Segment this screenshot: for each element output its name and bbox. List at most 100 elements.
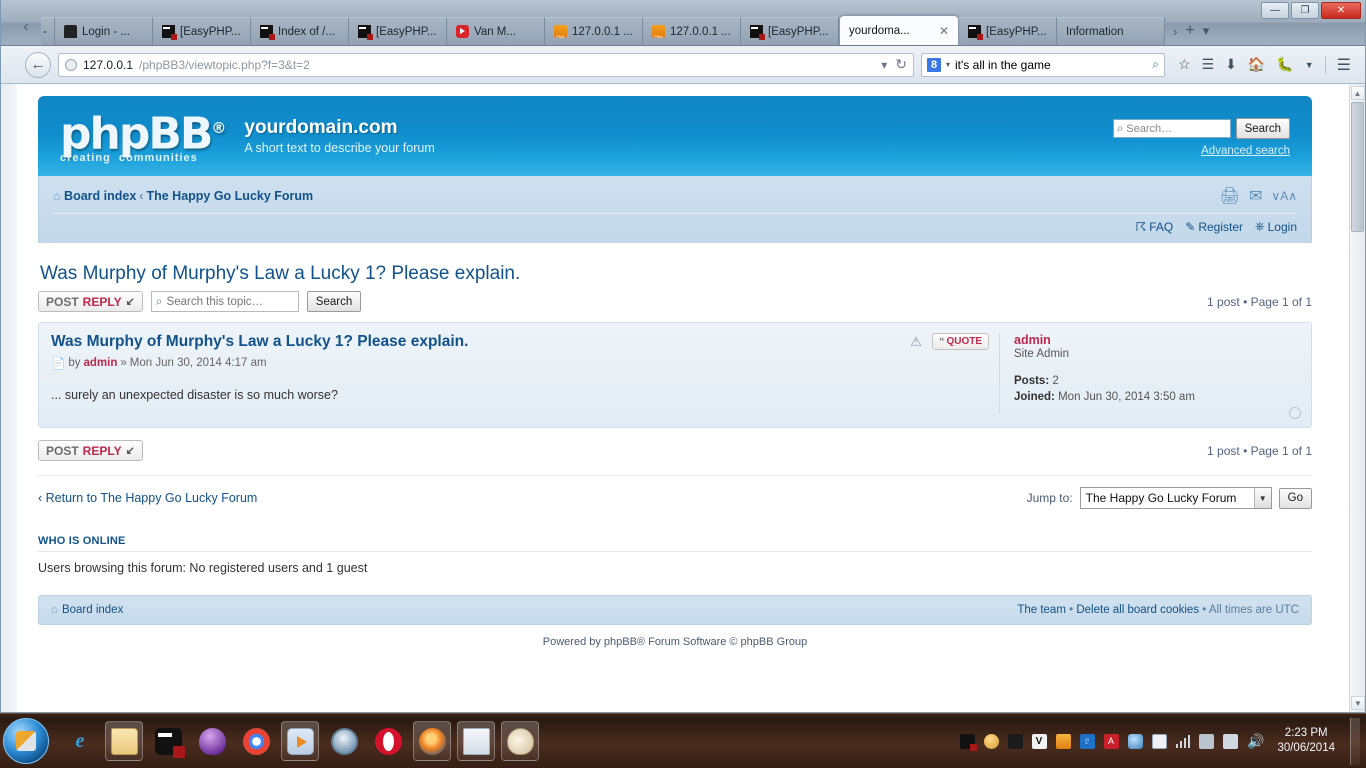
post-author[interactable]: admin [83,357,117,369]
browser-tab[interactable]: [EasyPHP... [153,17,251,45]
menu-icon[interactable]: ☰ [1337,55,1351,75]
easyphp-tray-icon[interactable] [960,734,975,749]
topic-search-button[interactable]: Search [307,291,361,312]
search-icon[interactable]: ⌕ [1152,57,1159,72]
back-button[interactable]: ← [25,52,51,78]
taskbar-item-easyphp[interactable] [149,721,187,761]
post-reply-button-top[interactable]: POSTREPLY ↙ [38,291,143,312]
bug-icon[interactable]: 🐛 [1276,56,1293,73]
maximize-button[interactable]: ❐ [1291,2,1319,19]
vlc-icon[interactable]: V [1032,734,1047,749]
browser-tab-active[interactable]: yourdoma... ✕ [839,15,959,45]
close-button[interactable]: ✕ [1321,2,1361,19]
phpbb-logo[interactable]: phpBB® creating communities [60,108,226,165]
advanced-search-link[interactable]: Advanced search [1113,145,1290,157]
address-bar[interactable]: 127.0.0.1 /phpBB3/viewtopic.php?f=3&t=2 … [58,53,914,77]
home-icon[interactable]: ⌂ [51,604,58,616]
post-reply-button-bottom[interactable]: POSTREPLY ↙ [38,440,143,461]
java-icon[interactable] [1056,734,1071,749]
search-engine-caret-icon[interactable]: ▾ [946,60,950,69]
post-subject[interactable]: Was Murphy of Murphy's Law a Lucky 1? Pl… [51,333,468,351]
volume-icon[interactable]: 🔊 [1247,733,1264,750]
chevron-down-icon[interactable]: ▾ [881,58,887,72]
minimize-button[interactable]: — [1261,2,1289,19]
browser-tab[interactable]: Information [1057,17,1165,45]
tab-label: Van M... [474,26,516,38]
safe-remove-icon[interactable] [1199,734,1214,749]
caret-down-icon[interactable]: ▼ [1305,60,1314,70]
adobe-reader-icon[interactable]: A [1104,734,1119,749]
tab-scroll-right-icon[interactable]: › [1173,24,1177,39]
chevron-down-icon[interactable]: ▼ [1254,488,1271,508]
star-icon[interactable]: ☆ [1178,56,1191,73]
browser-tab[interactable]: Login - ... [55,17,153,45]
browser-tab[interactable]: Van M... [447,17,545,45]
power-plug-icon[interactable] [1223,734,1238,749]
footer-board-index-link[interactable]: Board index [62,604,123,616]
browser-tab[interactable]: [EasyPHP... [959,17,1057,45]
browser-tab[interactable]: Index of /... [251,17,349,45]
footer-the-team-link[interactable]: The team [1017,604,1066,616]
browser-tab[interactable]: [EasyPHP... [741,17,839,45]
windows-tray-icon[interactable] [1128,734,1143,749]
register-link[interactable]: ✎Register [1185,219,1243,234]
warning-triangle-icon[interactable]: ⚠ [910,334,922,350]
taskbar-item-purple-app[interactable] [193,721,231,761]
home-icon[interactable]: ⌂ [53,189,61,203]
show-desktop-button[interactable] [1350,718,1360,765]
footer-delete-cookies-link[interactable]: Delete all board cookies [1076,604,1199,616]
taskbar-item-file-explorer[interactable] [105,721,143,761]
browser-tab[interactable]: 127.0.0.1 ... [545,17,643,45]
login-link[interactable]: ⎈Login [1255,219,1297,234]
taskbar-item-notepad[interactable] [457,721,495,761]
topic-search-input[interactable]: ⌕ Search this topic… [151,291,299,312]
jump-to-select[interactable]: The Happy Go Lucky Forum ▼ [1080,487,1272,509]
reload-icon[interactable]: ↻ [895,56,907,73]
bluetooth-icon[interactable]: ♇ [1080,734,1095,749]
tab-list-dropdown-icon[interactable]: ▾ [1203,23,1210,39]
wireless-icon[interactable] [1008,734,1023,749]
email-icon[interactable]: ✉ [1249,186,1262,206]
quote-button[interactable]: “ QUOTE [932,333,989,350]
scroll-up-icon[interactable]: ▲ [1351,86,1365,100]
tab-scroll-left-icon[interactable]: ‹ [19,16,33,38]
network-signal-icon[interactable] [1176,734,1191,748]
search-button[interactable]: Search [1236,118,1290,139]
scroll-down-icon[interactable]: ▼ [1351,696,1365,710]
browser-tab[interactable]: [EasyPHP... [349,17,447,45]
browser-tab[interactable]: 127.0.0.1 ... [643,17,741,45]
navigation-toolbar: ← 127.0.0.1 /phpBB3/viewtopic.php?f=3&t=… [1,46,1365,84]
downloads-icon[interactable]: ⬇ [1225,56,1237,73]
back-to-top-icon[interactable] [1289,407,1301,419]
browser-tab[interactable]: - [41,17,55,45]
search-input-value[interactable]: it's all in the game [955,58,1051,72]
print-icon[interactable]: 🖨 [1220,186,1240,206]
breadcrumb-board-index[interactable]: Board index [64,189,136,203]
taskbar-item-firefox[interactable] [413,721,451,761]
taskbar-item-opera[interactable] [369,721,407,761]
reader-list-icon[interactable]: ☰ [1202,56,1215,73]
clock[interactable]: 2:23 PM 30/06/2014 [1273,726,1339,756]
flag-action-center-icon[interactable] [1152,734,1167,749]
tab-close-icon[interactable]: ✕ [939,24,949,38]
taskbar-item-internet-explorer[interactable]: e [61,721,99,761]
faq-link[interactable]: ☈FAQ [1135,219,1173,234]
profile-username[interactable]: admin [1014,333,1299,347]
search-input[interactable]: ⌕ Search… [1113,119,1231,138]
taskbar-item-safari[interactable] [325,721,363,761]
jump-to-go-button[interactable]: Go [1279,488,1312,509]
vertical-scrollbar[interactable]: ▲ ▼ [1349,84,1365,712]
taskbar-item-media-player[interactable] [281,721,319,761]
search-engine-icon[interactable]: 8 [927,58,941,72]
breadcrumb-forum[interactable]: The Happy Go Lucky Forum [146,189,313,203]
return-to-forum-link[interactable]: ‹ Return to The Happy Go Lucky Forum [38,491,257,505]
start-button[interactable] [3,718,49,764]
search-bar[interactable]: 8 ▾ it's all in the game ⌕ [921,53,1165,77]
font-size-icon[interactable]: ∨A∧ [1271,189,1297,203]
taskbar-item-chrome[interactable] [237,721,275,761]
taskbar-item-paint[interactable] [501,721,539,761]
scrollbar-thumb[interactable] [1351,102,1364,232]
update-shield-icon[interactable] [984,734,999,749]
home-icon[interactable]: 🏠 [1248,56,1265,73]
new-tab-button[interactable]: + [1185,22,1194,40]
